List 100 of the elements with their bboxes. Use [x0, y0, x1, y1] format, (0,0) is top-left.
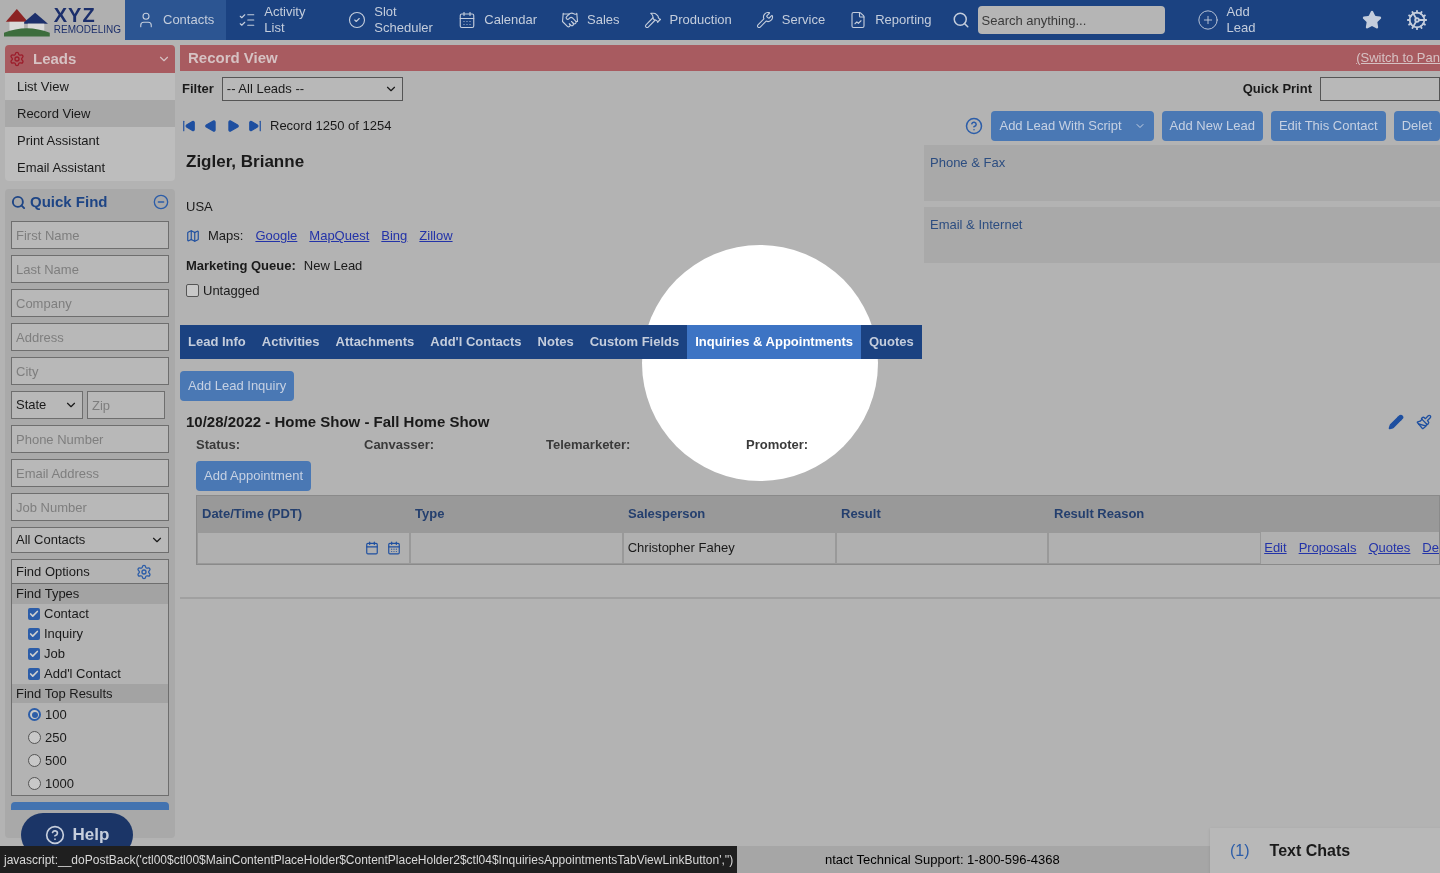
maps-label: Maps: — [208, 227, 244, 245]
nav-item[interactable]: Production — [631, 0, 744, 40]
logo-subtitle: REMODELING — [53, 25, 121, 35]
record-view-title: Record View — [188, 47, 278, 68]
tab[interactable]: Notes — [529, 324, 582, 359]
tab[interactable]: Lead Info — [180, 324, 254, 359]
find-options-title: Find Options — [16, 562, 90, 581]
quick-find-field[interactable]: Last Name — [11, 255, 169, 283]
radio-label: 1000 — [45, 774, 74, 793]
checkbox[interactable] — [28, 647, 40, 660]
quick-find-field[interactable]: Address — [11, 323, 169, 351]
add-lead-button[interactable]: Add Lead — [1196, 3, 1263, 37]
tab[interactable]: Quotes — [860, 324, 922, 359]
radio-button[interactable] — [28, 777, 41, 790]
map-link[interactable]: Zillow — [419, 226, 453, 246]
checkbox-label: Job — [44, 644, 65, 663]
radio-label: 250 — [45, 728, 67, 747]
find-types-header: Find Types — [12, 584, 168, 604]
tab[interactable]: Add'l Contacts — [422, 324, 530, 359]
last-record-icon — [248, 119, 262, 133]
handshake-icon — [561, 11, 580, 29]
row-link[interactable]: Quotes — [1368, 537, 1411, 558]
map-link[interactable]: Bing — [381, 226, 408, 246]
radio-button[interactable] — [28, 731, 41, 744]
inquiry-field-label: Telemarketer: — [546, 436, 632, 454]
table-cell: Christopher Fahey — [622, 531, 836, 564]
quick-find-field[interactable]: First Name — [11, 221, 169, 249]
nav-item[interactable]: Activity List — [226, 0, 337, 40]
search-field[interactable]: Search anything... — [977, 6, 1165, 34]
tab[interactable]: Inquiries & Appointments — [687, 324, 861, 359]
checkbox-label: Untagged — [203, 282, 260, 300]
calendar-icon — [364, 540, 379, 555]
quick-find-field[interactable]: City — [11, 357, 169, 385]
settings-button[interactable] — [1406, 9, 1428, 31]
settings-icon — [1406, 9, 1428, 31]
tab[interactable]: Activities — [253, 324, 328, 359]
map-link[interactable]: Google — [255, 226, 298, 246]
nav-item[interactable]: Calendar — [446, 0, 550, 40]
map-link[interactable]: MapQuest — [309, 226, 370, 246]
find-top-results-header: Find Top Results — [12, 683, 168, 703]
checkbox-label: Add'l Contact — [44, 664, 121, 683]
checkbox[interactable] — [28, 607, 40, 620]
inquiry-field-label: Status: — [196, 436, 242, 454]
column-header: Salesperson — [627, 504, 707, 523]
check-icon — [29, 648, 39, 659]
sidebar-item[interactable]: List View — [5, 73, 175, 100]
radio-button[interactable] — [28, 708, 41, 721]
checkbox[interactable] — [28, 667, 40, 680]
quick-find-field[interactable]: Company — [11, 289, 169, 317]
tab[interactable]: Attachments — [327, 324, 423, 359]
nav-item[interactable]: Service — [743, 0, 838, 40]
inquiry-field-label: Promoter: — [746, 436, 810, 454]
hammer-icon — [643, 11, 662, 29]
quick-print-field[interactable] — [1320, 77, 1440, 101]
state-select[interactable]: State — [11, 391, 83, 419]
support-text: ntact Technical Support: 1-800-596-4368 — [825, 850, 1060, 869]
help-icon — [965, 117, 984, 135]
column-header: Result Reason — [1053, 504, 1146, 523]
checkbox[interactable] — [28, 627, 40, 640]
check-icon — [29, 608, 39, 619]
contacts-select[interactable]: All Contacts — [11, 527, 169, 553]
nav-item[interactable]: Sales — [549, 0, 632, 40]
quick-find-field[interactable]: Email Address — [11, 459, 169, 487]
logo-title: XYZ — [53, 5, 96, 25]
quick-find-field[interactable]: Job Number — [11, 493, 169, 521]
record-counter: Record 1250 of 1254 — [270, 117, 392, 136]
status-url-tooltip: javascript:__doPostBack('ctl00$ctl00$MainContentPlaceHolder$ContentPlaceHolder2$ctl04$InquiriesAppointmentsTabViewLinkButton','') — [0, 846, 738, 873]
column-header: Type — [414, 504, 446, 523]
radio-button[interactable] — [28, 754, 41, 767]
nav-item[interactable]: Contacts — [125, 0, 227, 40]
row-link[interactable]: De — [1422, 537, 1439, 558]
first-record-icon — [182, 119, 196, 133]
row-link[interactable]: Proposals — [1298, 537, 1357, 558]
search-icon — [951, 11, 970, 29]
checklist-icon — [238, 11, 257, 29]
filter-select[interactable]: -- All Leads -- — [221, 77, 403, 101]
text-chats-panel[interactable]: (1) Text Chats — [1210, 828, 1440, 873]
tab[interactable]: Custom Fields — [581, 324, 688, 359]
favorites-button[interactable] — [1362, 10, 1382, 30]
nav-item[interactable]: Reporting — [837, 0, 944, 40]
quick-find-field[interactable]: Phone Number — [11, 425, 169, 453]
check-icon — [29, 668, 39, 679]
radio-label: 500 — [45, 751, 67, 770]
row-link[interactable]: Edit — [1264, 537, 1287, 558]
search-icon — [11, 194, 26, 210]
help-icon — [44, 825, 65, 845]
calendar-icon — [386, 540, 401, 555]
sidebar-item[interactable]: Record View — [5, 100, 175, 127]
filter-label: Filter — [182, 80, 214, 99]
sidebar-item[interactable]: Print Assistant — [5, 127, 175, 154]
gear-icon — [9, 51, 25, 67]
contact-name: Zigler, Brianne — [186, 151, 306, 173]
nav-item[interactable]: Slot Scheduler — [336, 0, 447, 40]
sidebar-item[interactable]: Email Assistant — [5, 154, 175, 181]
column-header: Date/Time (PDT) — [201, 504, 304, 523]
check-icon — [29, 628, 39, 639]
checkbox[interactable] — [186, 284, 199, 298]
zip-field[interactable]: Zip — [87, 391, 165, 419]
country: USA — [186, 197, 214, 216]
star-icon — [1362, 10, 1382, 30]
